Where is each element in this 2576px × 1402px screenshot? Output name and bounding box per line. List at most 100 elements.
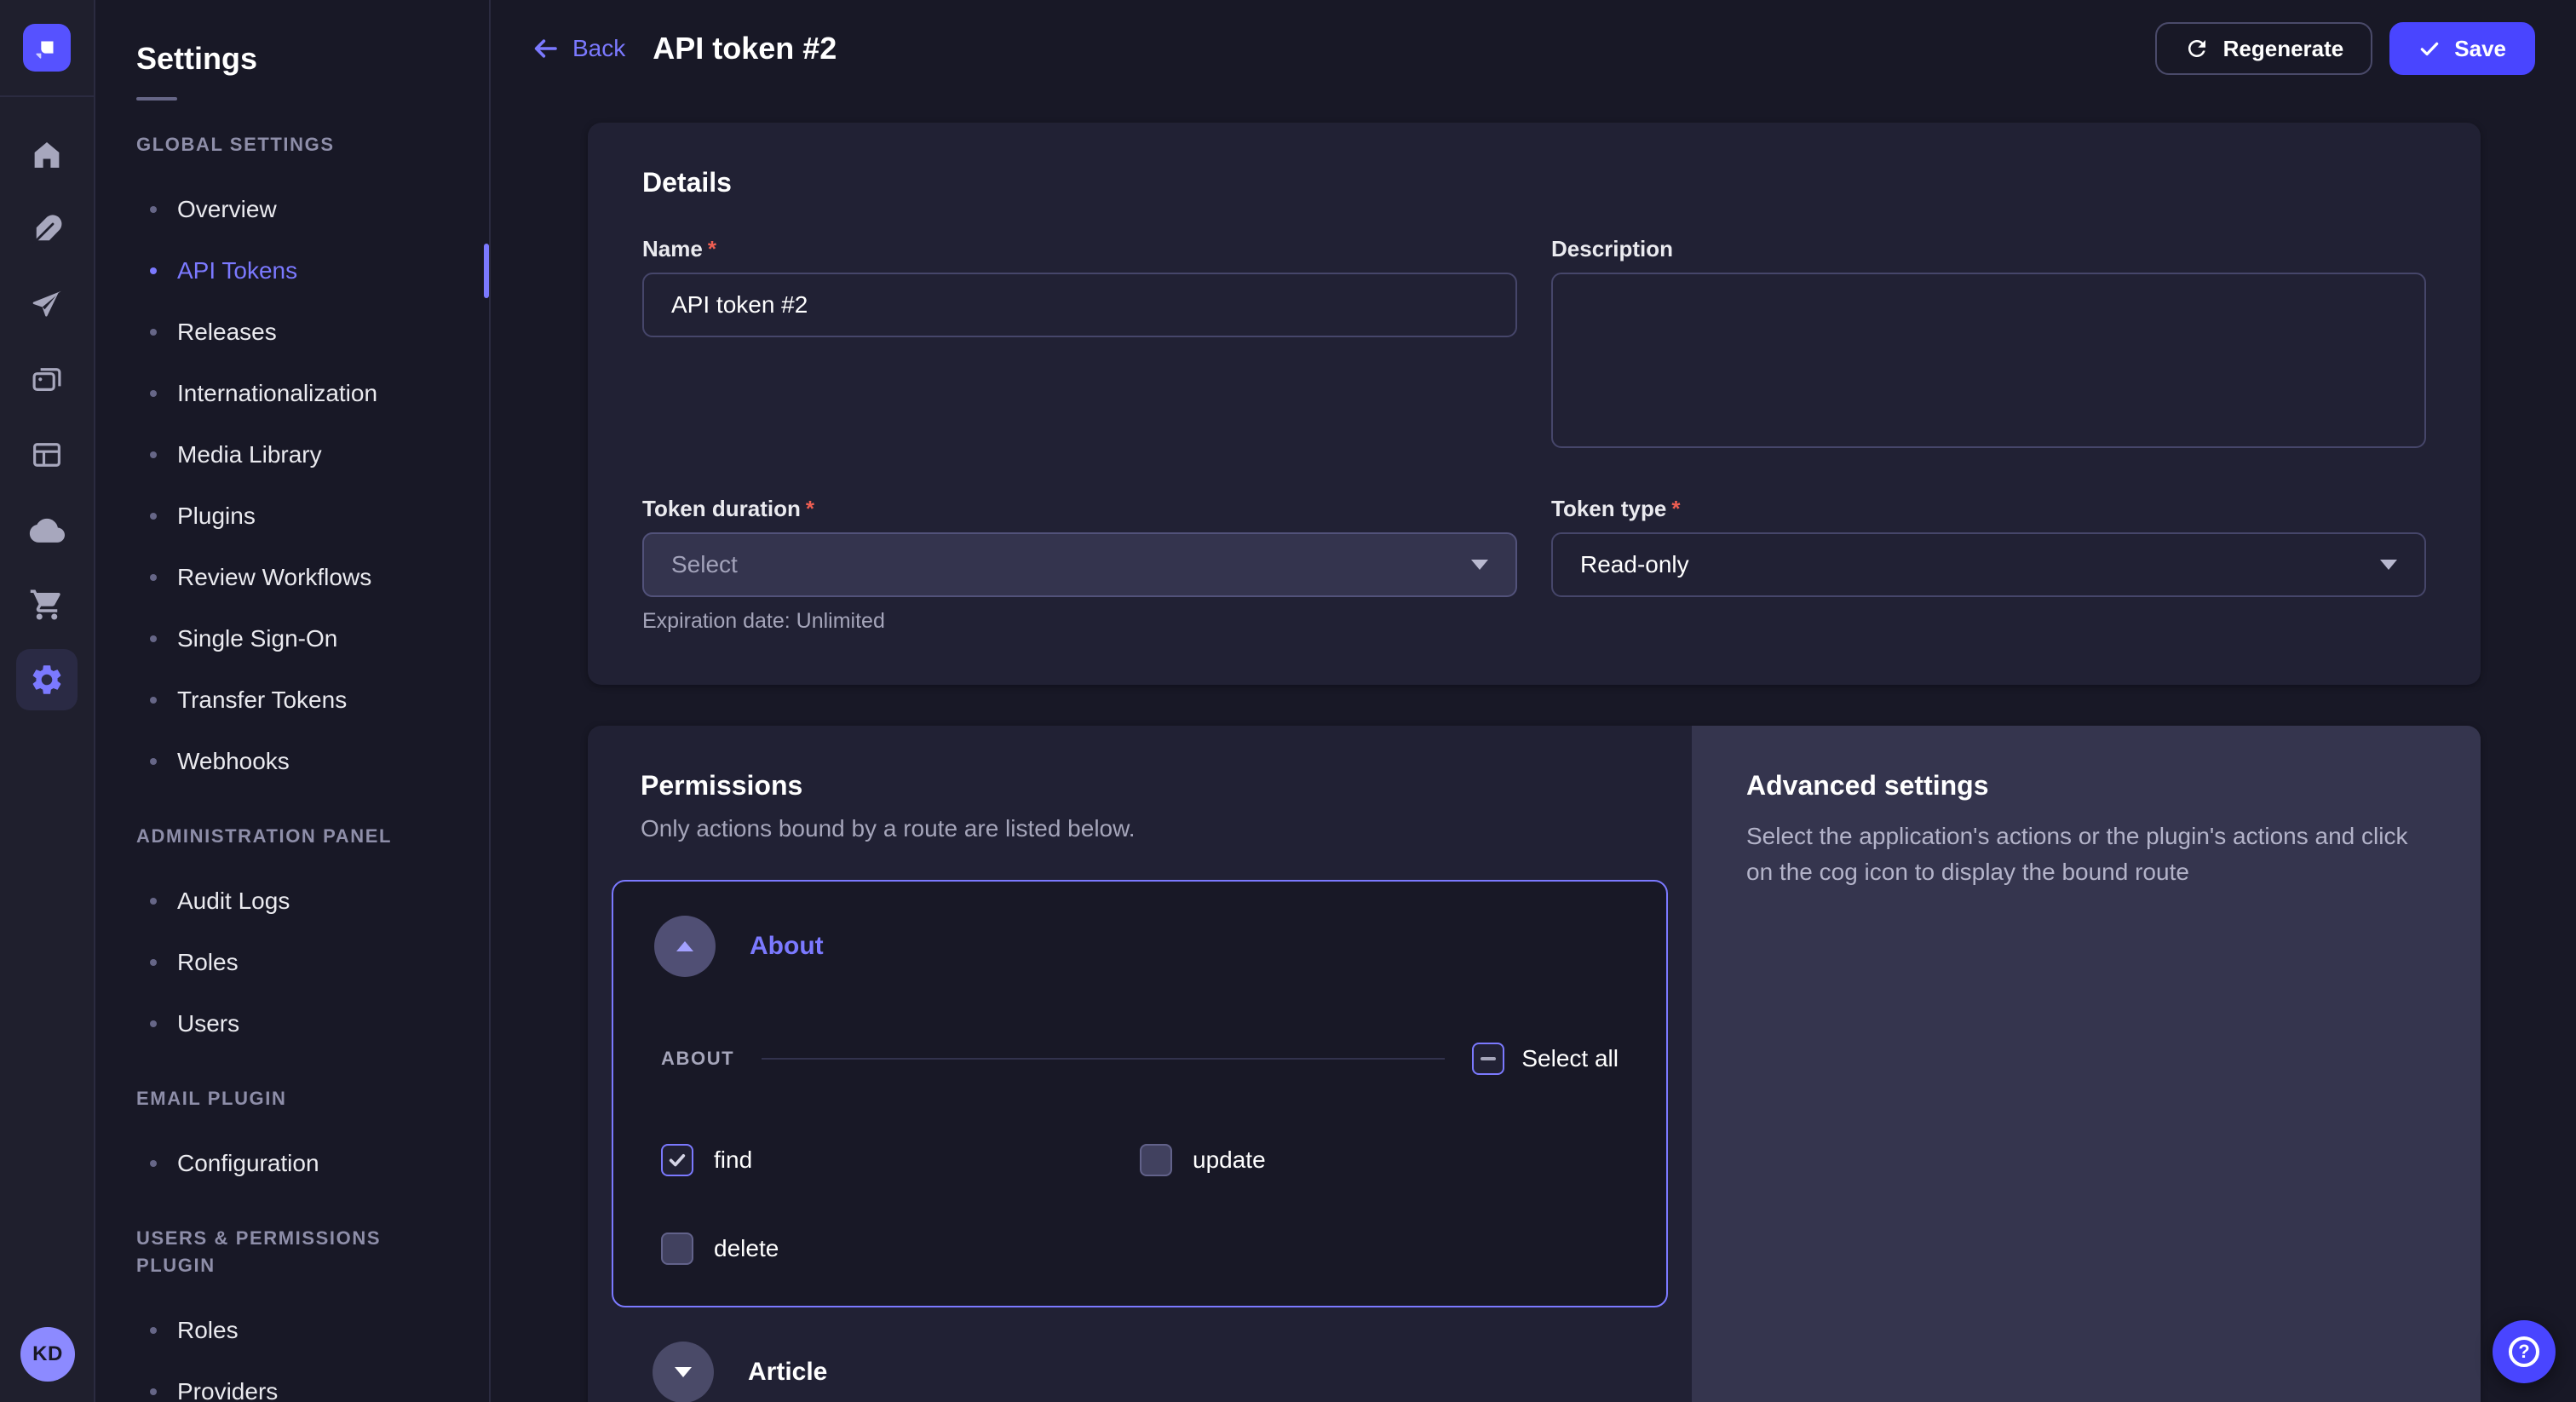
- select-all-checkbox[interactable]: [1472, 1043, 1504, 1075]
- user-avatar[interactable]: KD: [20, 1327, 75, 1382]
- chevron-down-icon: [1471, 560, 1488, 570]
- expand-button[interactable]: [653, 1342, 714, 1402]
- help-button[interactable]: ?: [2493, 1320, 2556, 1383]
- sidebar-item-transfer-tokens[interactable]: Transfer Tokens: [95, 669, 489, 731]
- content-area: Details Name* Description: [491, 97, 2576, 1402]
- select-placeholder: Select: [671, 551, 738, 578]
- bullet-icon: [150, 959, 157, 966]
- sidebar-item-label: Releases: [177, 319, 277, 346]
- logo-area: [0, 0, 94, 97]
- sidebar-item-label: Transfer Tokens: [177, 687, 347, 714]
- chevron-up-icon: [676, 941, 693, 951]
- media-library-icon[interactable]: [0, 342, 94, 417]
- sidebar-item-up-roles[interactable]: Roles: [95, 1300, 489, 1361]
- sidebar-item-users[interactable]: Users: [95, 993, 489, 1054]
- bullet-icon: [150, 1388, 157, 1395]
- expiration-hint: Expiration date: Unlimited: [642, 609, 1517, 634]
- section-label: EMAIL PLUGIN: [95, 1085, 489, 1112]
- update-checkbox[interactable]: [1140, 1144, 1172, 1176]
- sidebar-item-label: Roles: [177, 1317, 239, 1344]
- bullet-icon: [150, 451, 157, 458]
- sidebar-item-webhooks[interactable]: Webhooks: [95, 731, 489, 792]
- content-manager-icon[interactable]: [0, 192, 94, 267]
- content-type-builder-icon[interactable]: [0, 417, 94, 492]
- sidebar-item-releases[interactable]: Releases: [95, 302, 489, 363]
- sidebar-item-label: Audit Logs: [177, 888, 290, 915]
- sidebar-item-label: Internationalization: [177, 380, 377, 407]
- regenerate-button[interactable]: Regenerate: [2155, 22, 2373, 75]
- sidebar-item-configuration[interactable]: Configuration: [95, 1133, 489, 1194]
- permissions-panel: Permissions Only actions bound by a rout…: [588, 726, 1692, 1402]
- chevron-down-icon: [675, 1367, 692, 1377]
- bullet-icon: [150, 635, 157, 642]
- permissions-card: Permissions Only actions bound by a rout…: [588, 726, 2481, 1402]
- sidebar-section-administration-panel: ADMINISTRATION PANEL Audit Logs Roles Us…: [95, 823, 489, 1054]
- sidebar-item-label: Users: [177, 1010, 239, 1037]
- permission-label: delete: [714, 1235, 779, 1262]
- details-heading: Details: [642, 167, 2426, 198]
- save-label: Save: [2454, 36, 2506, 62]
- save-button[interactable]: Save: [2389, 22, 2535, 75]
- sidebar-section-email-plugin: EMAIL PLUGIN Configuration: [95, 1085, 489, 1194]
- bullet-icon: [150, 898, 157, 905]
- accordion-about-body: ABOUT Select all: [613, 1042, 1666, 1306]
- sidebar-item-api-tokens[interactable]: API Tokens: [95, 240, 489, 302]
- accordion-article-header[interactable]: Article: [612, 1342, 1668, 1402]
- sidebar-section-users-permissions-plugin: USERS & PERMISSIONS PLUGIN Roles Provide…: [95, 1225, 489, 1402]
- bullet-icon: [150, 329, 157, 336]
- sidebar-item-providers[interactable]: Providers: [95, 1361, 489, 1402]
- delete-checkbox[interactable]: [661, 1232, 693, 1265]
- name-input[interactable]: [642, 273, 1517, 337]
- name-field: Name*: [642, 236, 1517, 455]
- required-mark: *: [1671, 496, 1680, 522]
- sidebar-item-label: Roles: [177, 949, 239, 976]
- sidebar-item-review-workflows[interactable]: Review Workflows: [95, 547, 489, 608]
- description-label: Description: [1551, 236, 2426, 262]
- page-header: Back API token #2 Regenerate Save: [491, 0, 2576, 97]
- sidebar-item-label: Single Sign-On: [177, 625, 337, 652]
- sidebar-item-media-library[interactable]: Media Library: [95, 424, 489, 486]
- permissions-heading: Permissions: [588, 770, 1692, 802]
- token-duration-label: Token duration*: [642, 496, 1517, 522]
- sidebar-item-admin-roles[interactable]: Roles: [95, 932, 489, 993]
- label-text: Token type: [1551, 496, 1666, 522]
- name-label: Name*: [642, 236, 1517, 262]
- find-checkbox[interactable]: [661, 1144, 693, 1176]
- sidebar-item-single-sign-on[interactable]: Single Sign-On: [95, 608, 489, 669]
- sidebar-title: Settings: [136, 41, 489, 77]
- label-text: Name: [642, 236, 703, 262]
- back-button[interactable]: Back: [532, 35, 625, 62]
- permission-update[interactable]: update: [1140, 1144, 1619, 1176]
- permission-delete[interactable]: delete: [661, 1232, 1140, 1265]
- settings-icon[interactable]: [0, 642, 94, 717]
- settings-sidebar: Settings GLOBAL SETTINGS Overview API To…: [95, 0, 491, 1402]
- strapi-logo[interactable]: [23, 24, 71, 72]
- home-icon[interactable]: [0, 118, 94, 192]
- token-type-select[interactable]: Read-only: [1551, 532, 2426, 597]
- subsection-divider: [762, 1058, 1445, 1060]
- description-textarea[interactable]: [1551, 273, 2426, 448]
- sidebar-item-plugins[interactable]: Plugins: [95, 486, 489, 547]
- advanced-settings-heading: Advanced settings: [1746, 770, 2426, 802]
- accordion-about-header[interactable]: About: [613, 882, 1666, 1011]
- app-root: KD Settings GLOBAL SETTINGS Overview API…: [0, 0, 2576, 1402]
- token-duration-select[interactable]: Select: [642, 532, 1517, 597]
- sidebar-item-internationalization[interactable]: Internationalization: [95, 363, 489, 424]
- main-content: Back API token #2 Regenerate Save: [491, 0, 2576, 1402]
- about-subsection-label: ABOUT: [661, 1048, 734, 1070]
- sidebar-item-label: Configuration: [177, 1150, 319, 1177]
- bullet-icon: [150, 1020, 157, 1027]
- check-icon: [2418, 37, 2441, 60]
- check-icon: [668, 1151, 687, 1169]
- token-duration-field: Token duration* Select Expiration date: …: [642, 496, 1517, 634]
- releases-icon[interactable]: [0, 267, 94, 342]
- select-all-control[interactable]: Select all: [1472, 1043, 1619, 1075]
- sidebar-item-overview[interactable]: Overview: [95, 179, 489, 240]
- permission-find[interactable]: find: [661, 1144, 1140, 1176]
- cloud-icon[interactable]: [0, 492, 94, 567]
- marketplace-icon[interactable]: [0, 567, 94, 642]
- bullet-icon: [150, 206, 157, 213]
- sidebar-item-audit-logs[interactable]: Audit Logs: [95, 871, 489, 932]
- collapse-button[interactable]: [654, 916, 716, 977]
- bullet-icon: [150, 697, 157, 704]
